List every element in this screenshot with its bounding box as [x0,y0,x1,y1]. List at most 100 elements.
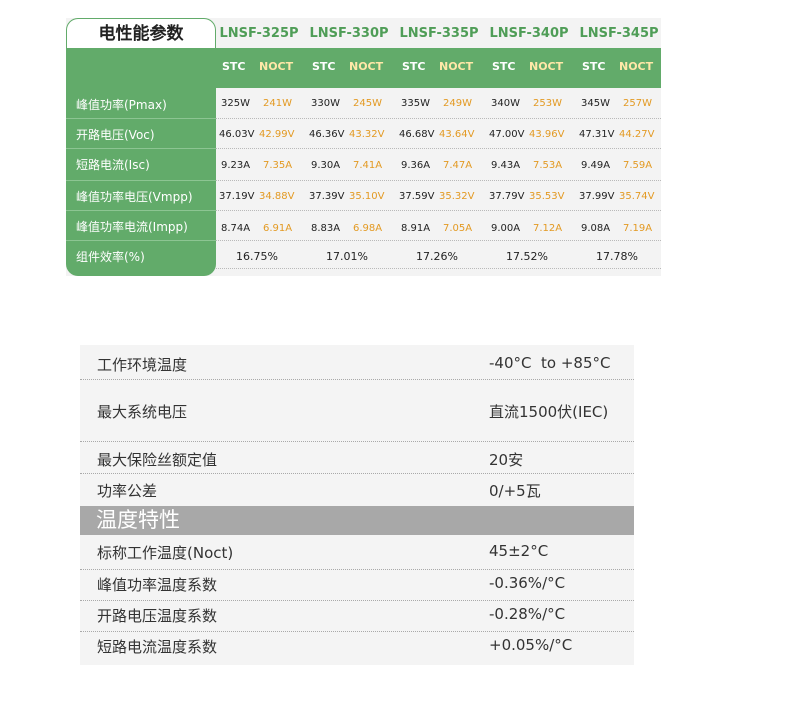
operating-temp-label: 工作环境温度 [97,356,188,374]
row-label-efficiency: 组件效率(%) [76,250,145,264]
label-separator [66,240,216,241]
pmax-stc: 330W [311,98,340,109]
voc-stc: 46.03V [219,129,255,140]
row-label-isc: 短路电流(Isc) [76,158,150,172]
model-name: LNSF-340P [489,26,569,41]
impp-noct: 7.05A [443,223,473,234]
pmax-stc: 335W [401,98,430,109]
isc-noct: 7.59A [623,160,653,171]
max-fuse-rating-label: 最大保险丝额定值 [97,451,218,469]
vmpp-stc: 37.79V [489,191,525,202]
noct-header: NOCT [439,60,474,73]
impp-stc: 8.83A [311,223,341,234]
stc-header: STC [312,60,336,73]
vmpp-noct: 35.10V [349,191,385,202]
voc-temp-coeff-label: 开路电压温度系数 [97,607,218,625]
isc-temp-coeff-value: +0.05%/°C [489,636,573,654]
impp-noct: 7.12A [533,223,563,234]
isc-noct: 7.35A [263,160,293,171]
efficiency-value: 17.78% [596,250,638,263]
efficiency-value: 16.75% [236,250,278,263]
row-separator [216,180,661,181]
max-system-voltage-label: 最大系统电压 [97,403,188,421]
vmpp-stc: 37.19V [219,191,255,202]
isc-stc: 9.43A [491,160,521,171]
row-label-pmax: 峰值功率(Pmax) [76,98,167,112]
isc-noct: 7.41A [353,160,383,171]
model-name: LNSF-335P [399,26,479,41]
temperature-section-header: 温度特性 [80,506,634,535]
noct-label: 标称工作温度(Noct) [97,544,234,562]
vmpp-noct: 34.88V [259,191,295,202]
voc-noct: 44.27V [619,129,655,140]
efficiency-value: 17.26% [416,250,458,263]
isc-noct: 7.47A [443,160,473,171]
pmax-stc: 345W [581,98,610,109]
label-separator [66,148,216,149]
power-tolerance-label: 功率公差 [97,482,158,500]
voc-stc: 46.68V [399,129,435,140]
pmax-noct: 253W [533,98,562,109]
noct-value: 45±2°C [489,542,549,560]
impp-stc: 9.08A [581,223,611,234]
pmax-noct: 249W [443,98,472,109]
voc-temp-coeff-value: -0.28%/°C [489,605,566,623]
impp-stc: 8.74A [221,223,251,234]
vmpp-stc: 37.99V [579,191,615,202]
voc-noct: 43.96V [529,129,565,140]
vmpp-stc: 37.39V [309,191,345,202]
noct-header: NOCT [619,60,654,73]
label-separator [66,210,216,211]
row-separator [80,379,634,380]
pmax-noct: 241W [263,98,292,109]
noct-header: NOCT [259,60,294,73]
stc-header: STC [492,60,516,73]
label-separator [66,180,216,181]
vmpp-noct: 35.32V [439,191,475,202]
row-separator [216,210,661,211]
row-separator [216,148,661,149]
pmax-temp-coeff-value: -0.36%/°C [489,574,566,592]
stc-header: STC [402,60,426,73]
table-title: 电性能参数 [66,18,216,48]
efficiency-value: 17.52% [506,250,548,263]
row-label-impp: 峰值功率电流(Impp) [76,220,188,234]
impp-noct: 6.98A [353,223,383,234]
impp-stc: 9.00A [491,223,521,234]
stc-header: STC [222,60,246,73]
vmpp-stc: 37.59V [399,191,435,202]
row-separator [80,631,634,632]
isc-stc: 9.30A [311,160,341,171]
impp-noct: 7.19A [623,223,653,234]
voc-stc: 47.00V [489,129,525,140]
isc-stc: 9.23A [221,160,251,171]
electrical-parameters-table: 电性能参数 LNSF-325P LNSF-330P LNSF-335P LNSF… [66,18,661,276]
noct-header: NOCT [349,60,384,73]
impp-stc: 8.91A [401,223,431,234]
row-separator [80,600,634,601]
model-name: LNSF-345P [579,26,659,41]
operating-temp-value: -40°C to +85°C [489,354,611,372]
isc-stc: 9.36A [401,160,431,171]
model-name: LNSF-330P [309,26,389,41]
temperature-section-title: 温度特性 [96,508,180,532]
model-name: LNSF-325P [219,26,299,41]
pmax-stc: 340W [491,98,520,109]
stc-header: STC [582,60,606,73]
pmax-noct: 245W [353,98,382,109]
voc-stc: 47.31V [579,129,615,140]
row-separator [80,473,634,474]
voc-noct: 43.64V [439,129,475,140]
vmpp-noct: 35.74V [619,191,655,202]
row-separator [80,569,634,570]
voc-stc: 46.36V [309,129,345,140]
row-separator [216,240,661,241]
voc-noct: 42.99V [259,129,295,140]
pmax-noct: 257W [623,98,652,109]
efficiency-value: 17.01% [326,250,368,263]
row-separator [216,268,661,269]
row-separator [80,441,634,442]
max-system-voltage-value: 直流1500伏(IEC) [489,403,609,421]
isc-noct: 7.53A [533,160,563,171]
row-separator [216,118,661,119]
